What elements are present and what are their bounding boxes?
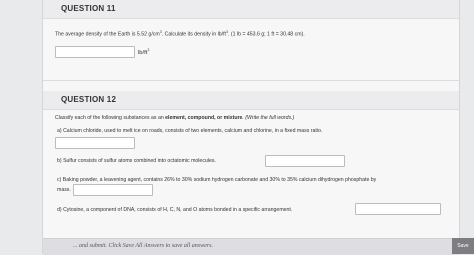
item-c-text: Baking powder, a leavening agent, contai… <box>62 177 377 183</box>
question-12-title: QUESTION 12 <box>61 95 117 104</box>
question-11-unit: lb/ft3 <box>138 48 149 56</box>
question-11-prompt: The average density of the Earth is 5.52… <box>55 30 305 38</box>
instructions-bold: element, compound, or mixture <box>165 115 243 121</box>
question-11-header: QUESTION 11 <box>43 0 459 19</box>
unit-label: lb/ft <box>138 49 148 56</box>
item-a-text: Calcium chloride, used to melt ice on ro… <box>63 128 323 134</box>
question-12-instructions: Classify each of the following substance… <box>55 115 294 121</box>
save-all-button[interactable]: Save <box>452 238 474 254</box>
question-12-item-c: c) Baking powder, a leavening agent, con… <box>57 177 376 183</box>
question-12-item-d-input[interactable] <box>355 203 441 215</box>
footer-bar: ... and submit. Click Save All Answers t… <box>43 238 459 255</box>
question-12-header: QUESTION 12 <box>43 91 459 110</box>
question-12-item-b: b) Sulfur consists of sulfur atoms combi… <box>57 158 216 164</box>
footer-note: ... and submit. Click Save All Answers t… <box>73 243 213 249</box>
prompt-part-b: . Calculate its density in lb/ft <box>161 31 226 38</box>
question-12-item-b-input[interactable] <box>265 155 345 167</box>
divider <box>43 80 459 81</box>
question-12-item-a-input[interactable] <box>55 137 135 149</box>
instructions-text: Classify each of the following substance… <box>55 115 166 121</box>
question-12-item-c-continued: mass. <box>57 187 71 193</box>
question-12-item-c-input[interactable] <box>73 184 153 196</box>
prompt-part-c: . (1 lb = 453.6 g; 1 ft = 30.48 cm). <box>227 31 305 38</box>
prompt-part-a: The average density of the Earth is 5.52… <box>55 31 160 38</box>
question-12-item-a: a) Calcium chloride, used to melt ice on… <box>57 128 322 134</box>
question-12-item-d: d) Cytosine, a component of DNA, consist… <box>57 207 292 213</box>
question-11-answer-input[interactable] <box>55 46 135 58</box>
unit-superscript: 3 <box>147 48 150 52</box>
instructions-tail: . (Write the full words.) <box>242 115 295 121</box>
question-card: QUESTION 11 The average density of the E… <box>42 0 460 255</box>
item-b-text: Sulfur consists of sulfur atoms combined… <box>63 158 216 164</box>
question-11-title: QUESTION 11 <box>61 4 116 13</box>
item-d-text: Cytosine, a component of DNA, consists o… <box>63 207 293 213</box>
